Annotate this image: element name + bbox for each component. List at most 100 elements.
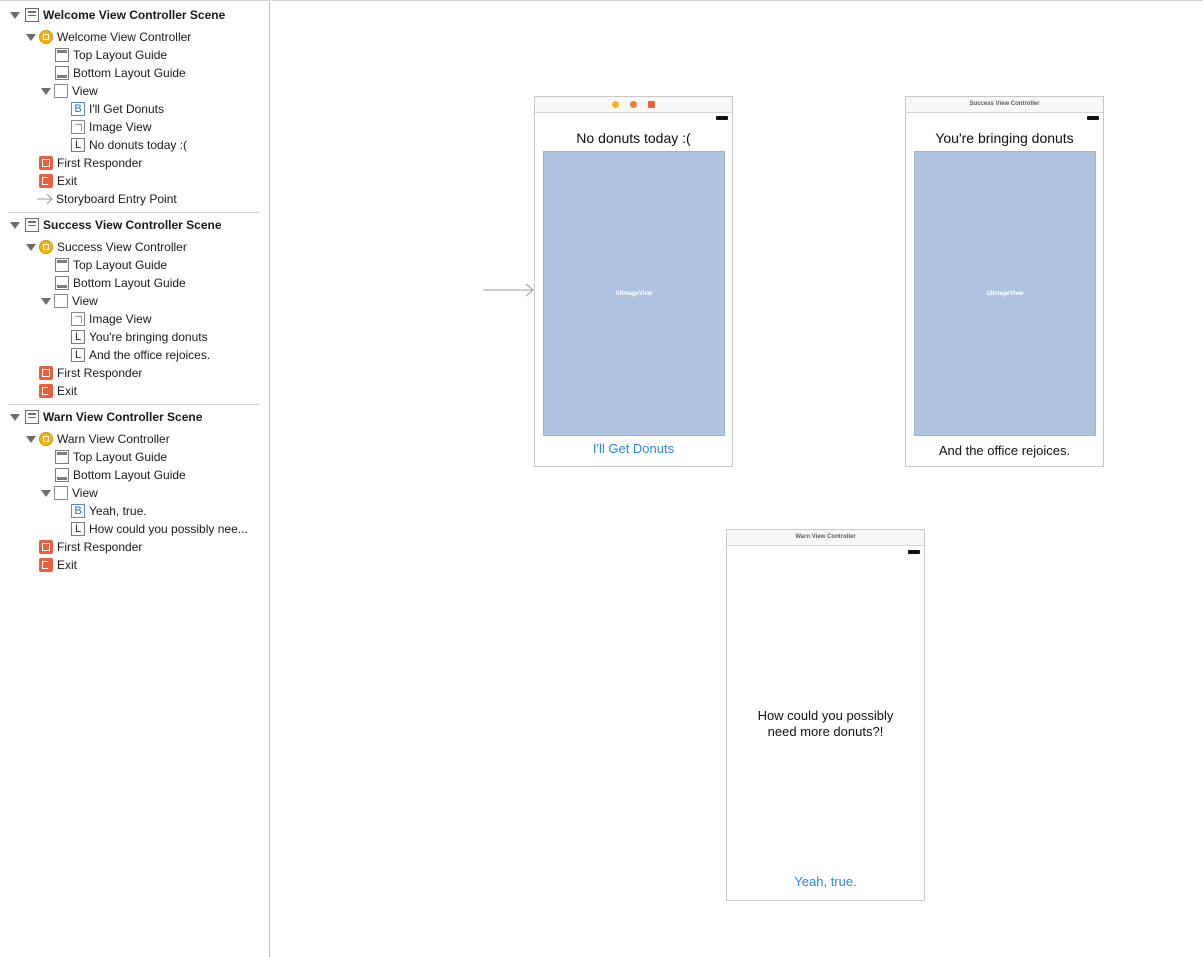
controller-row-welcome[interactable]: Welcome View Controller — [26, 28, 191, 46]
scene-title: Welcome View Controller Scene — [43, 8, 226, 22]
success-scene[interactable]: Success View Controller You're bringing … — [905, 96, 1104, 467]
view-icon — [54, 486, 68, 500]
top-layout-guide-icon — [55, 450, 69, 464]
controller-label: Welcome View Controller — [57, 30, 192, 44]
scene-row-welcome[interactable]: Welcome View Controller Scene — [10, 6, 225, 24]
scene-row-warn[interactable]: Warn View Controller Scene — [10, 408, 202, 426]
yeah-true-button[interactable]: Yeah, true. — [727, 874, 924, 889]
exit-icon — [39, 384, 53, 398]
view-controller-dock-icon[interactable] — [612, 101, 619, 108]
outline-item-label[interactable]: L And the office rejoices. — [71, 346, 210, 364]
outline-item-top-guide[interactable]: Top Layout Guide — [55, 448, 167, 466]
battery-icon — [1087, 116, 1099, 120]
item-label: Top Layout Guide — [73, 48, 168, 62]
outline-item-first-responder[interactable]: First Responder — [39, 154, 142, 172]
item-label: Image View — [89, 312, 152, 326]
outline-item-label[interactable]: L How could you possibly nee... — [71, 520, 248, 538]
item-label: Bottom Layout Guide — [73, 66, 186, 80]
outline-item-bottom-guide[interactable]: Bottom Layout Guide — [55, 64, 186, 82]
disclosure-triangle-icon[interactable] — [10, 11, 20, 19]
first-responder-icon — [39, 540, 53, 554]
image-view-icon — [71, 120, 85, 134]
outline-item-view[interactable]: View — [41, 82, 98, 100]
welcome-image-view[interactable]: UIImageView — [543, 151, 725, 436]
outline-item-bottom-guide[interactable]: Bottom Layout Guide — [55, 274, 186, 292]
scene-dock[interactable] — [535, 97, 732, 113]
outline-item-top-guide[interactable]: Top Layout Guide — [55, 46, 167, 64]
view-icon — [54, 294, 68, 308]
item-label: Yeah, true. — [89, 504, 147, 518]
scene-row-success[interactable]: Success View Controller Scene — [10, 216, 222, 234]
disclosure-triangle-icon[interactable] — [10, 413, 20, 421]
item-label: Exit — [57, 384, 78, 398]
controller-row-warn[interactable]: Warn View Controller — [26, 430, 170, 448]
ill-get-donuts-button[interactable]: I'll Get Donuts — [535, 441, 732, 456]
storyboard-canvas[interactable]: No donuts today :( UIImageView I'll Get … — [271, 0, 1203, 957]
item-label: Bottom Layout Guide — [73, 468, 186, 482]
outline-item-image-view[interactable]: Image View — [71, 310, 151, 328]
outline-item-button[interactable]: B Yeah, true. — [71, 502, 147, 520]
exit-icon — [39, 558, 53, 572]
battery-icon — [908, 550, 920, 554]
disclosure-triangle-icon[interactable] — [26, 243, 36, 251]
outline-item-first-responder[interactable]: First Responder — [39, 538, 142, 556]
item-label: No donuts today :( — [89, 138, 188, 152]
outline-item-exit[interactable]: Exit — [39, 382, 77, 400]
welcome-label[interactable]: No donuts today :( — [535, 130, 732, 146]
outline-item-view[interactable]: View — [41, 292, 98, 310]
label-icon: L — [71, 522, 85, 536]
disclosure-triangle-icon[interactable] — [41, 489, 51, 497]
exit-dock-icon[interactable] — [648, 101, 655, 108]
item-label: And the office rejoices. — [89, 348, 211, 362]
outline-item-exit[interactable]: Exit — [39, 556, 77, 574]
divider — [8, 212, 260, 213]
outline-item-exit[interactable]: Exit — [39, 172, 77, 190]
view-controller-icon — [39, 240, 53, 254]
warn-message-line-2: need more donuts?! — [767, 724, 884, 739]
disclosure-triangle-icon[interactable] — [26, 33, 36, 41]
success-bottom-label[interactable]: And the office rejoices. — [906, 443, 1103, 458]
item-label: First Responder — [57, 540, 143, 554]
outline-item-image-view[interactable]: Image View — [71, 118, 151, 136]
item-label: First Responder — [57, 156, 143, 170]
item-label: Image View — [89, 120, 152, 134]
outline-item-label[interactable]: L No donuts today :( — [71, 136, 187, 154]
disclosure-triangle-icon[interactable] — [41, 297, 51, 305]
warn-scene[interactable]: Warn View Controller How could you possi… — [726, 529, 925, 901]
image-view-placeholder: UIImageView — [986, 290, 1024, 297]
controller-row-success[interactable]: Success View Controller — [26, 238, 187, 256]
warn-message-line-1: How could you possibly — [757, 708, 894, 723]
scene-icon — [25, 8, 39, 22]
exit-icon — [39, 174, 53, 188]
bottom-layout-guide-icon — [55, 66, 69, 80]
outline-item-bottom-guide[interactable]: Bottom Layout Guide — [55, 466, 186, 484]
disclosure-triangle-icon[interactable] — [10, 221, 20, 229]
success-top-label[interactable]: You're bringing donuts — [906, 130, 1103, 146]
disclosure-triangle-icon[interactable] — [41, 87, 51, 95]
outline-item-first-responder[interactable]: First Responder — [39, 364, 142, 382]
battery-icon — [716, 116, 728, 120]
first-responder-dock-icon[interactable] — [630, 101, 637, 108]
outline-item-label[interactable]: L You're bringing donuts — [71, 328, 208, 346]
disclosure-triangle-icon[interactable] — [26, 435, 36, 443]
scene-title-bar[interactable]: Success View Controller — [906, 97, 1103, 113]
controller-label: Warn View Controller — [57, 432, 170, 446]
item-label: You're bringing donuts — [89, 330, 208, 344]
welcome-scene[interactable]: No donuts today :( UIImageView I'll Get … — [534, 96, 733, 467]
top-layout-guide-icon — [55, 48, 69, 62]
item-label: Storyboard Entry Point — [56, 192, 177, 206]
item-label: How could you possibly nee... — [89, 522, 248, 536]
storyboard-entry-arrow-icon[interactable] — [483, 283, 535, 297]
outline-item-view[interactable]: View — [41, 484, 98, 502]
label-icon: L — [71, 348, 85, 362]
view-controller-icon — [39, 432, 53, 446]
item-label: View — [72, 84, 98, 98]
outline-item-top-guide[interactable]: Top Layout Guide — [55, 256, 167, 274]
item-label: Top Layout Guide — [73, 450, 168, 464]
scene-title-bar[interactable]: Warn View Controller — [727, 530, 924, 546]
item-label: View — [72, 486, 98, 500]
outline-item-entry-point[interactable]: Storyboard Entry Point — [37, 190, 177, 208]
outline-item-button[interactable]: B I'll Get Donuts — [71, 100, 164, 118]
warn-message-label[interactable]: How could you possibly need more donuts?… — [727, 708, 924, 740]
success-image-view[interactable]: UIImageView — [914, 151, 1096, 436]
